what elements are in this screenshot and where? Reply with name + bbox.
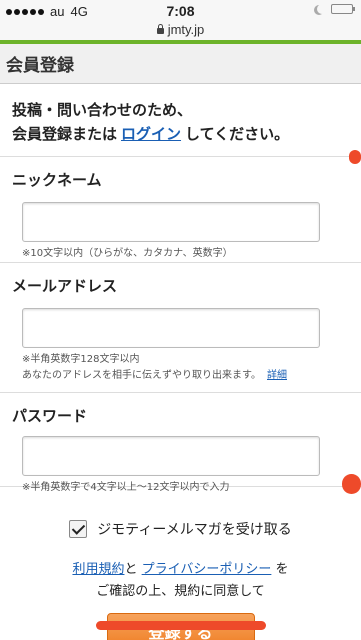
- intro-suffix: してください。: [185, 125, 290, 143]
- clock: 7:08: [166, 3, 195, 19]
- password-input[interactable]: [22, 436, 320, 476]
- password-section: パスワード ※半角英数字で4文字以上〜12文字以内で入力: [0, 405, 361, 493]
- email-hint-1: ※半角英数字128文字以内: [22, 354, 140, 365]
- email-hint-2: あなたのアドレスを相手に伝えずやり取り出来ます。 詳細: [22, 368, 349, 384]
- do-not-disturb-icon: [317, 4, 327, 14]
- email-section: メールアドレス ※半角英数字128文字以内 あなたのアドレスを相手に伝えずやり取…: [0, 263, 361, 393]
- page-title: 会員登録: [6, 56, 74, 76]
- intro-prefix: 会員登録または: [12, 125, 118, 143]
- intro-line-1: 投稿・問い合わせのため、: [12, 101, 193, 119]
- terms-and: と: [124, 562, 138, 577]
- terms-suffix: を: [275, 562, 289, 577]
- red-marker-mid: [342, 474, 361, 494]
- intro-message: 投稿・問い合わせのため、 会員登録または ログイン してください。: [0, 84, 361, 157]
- nickname-input[interactable]: [22, 202, 320, 242]
- email-hint-2-text: あなたのアドレスを相手に伝えずやり取り出来ます。: [22, 370, 261, 381]
- battery-icon: [331, 4, 355, 14]
- page-header: 会員登録: [0, 44, 361, 84]
- red-underline-marker: [96, 621, 266, 630]
- details-link[interactable]: 詳細: [267, 370, 287, 381]
- terms-line-2: ご確認の上、規約に同意して: [96, 584, 265, 599]
- login-link[interactable]: ログイン: [121, 125, 181, 143]
- email-hint: ※半角英数字128文字以内 あなたのアドレスを相手に伝えずやり取り出来ます。 詳細: [22, 352, 349, 384]
- password-hint: ※半角英数字で4文字以上〜12文字以内で入力: [22, 482, 230, 493]
- status-icons: [313, 4, 355, 14]
- newsletter-checkbox[interactable]: [69, 520, 88, 538]
- address-bar[interactable]: jmty.jp: [0, 22, 361, 37]
- url-text: jmty.jp: [167, 22, 205, 37]
- nickname-hint: ※10文字以内（ひらがな、カタカナ、英数字）: [22, 248, 233, 259]
- privacy-policy-link[interactable]: プライバシーポリシー: [142, 562, 272, 577]
- email-input[interactable]: [22, 308, 320, 348]
- terms-line-1: 利用規約と プライバシーポリシー を: [0, 559, 361, 581]
- newsletter-label: ジモティーメルマガを受け取る: [97, 522, 292, 538]
- intro-line-2: 会員登録または ログイン してください。: [12, 122, 349, 146]
- nickname-section: ニックネーム ※10文字以内（ひらがな、カタカナ、英数字）: [0, 157, 361, 263]
- nickname-label: ニックネーム: [12, 171, 102, 189]
- terms-link[interactable]: 利用規約: [72, 562, 124, 577]
- email-label: メールアドレス: [12, 277, 118, 295]
- terms-notice: 利用規約と プライバシーポリシー を ご確認の上、規約に同意して: [0, 549, 361, 603]
- status-bar: au 4G 7:08 jmty.jp: [0, 0, 361, 40]
- red-marker-top: [349, 150, 361, 164]
- lock-icon: [156, 24, 164, 34]
- newsletter-row[interactable]: ジモティーメルマガを受け取る: [0, 505, 361, 549]
- password-label: パスワード: [12, 407, 88, 425]
